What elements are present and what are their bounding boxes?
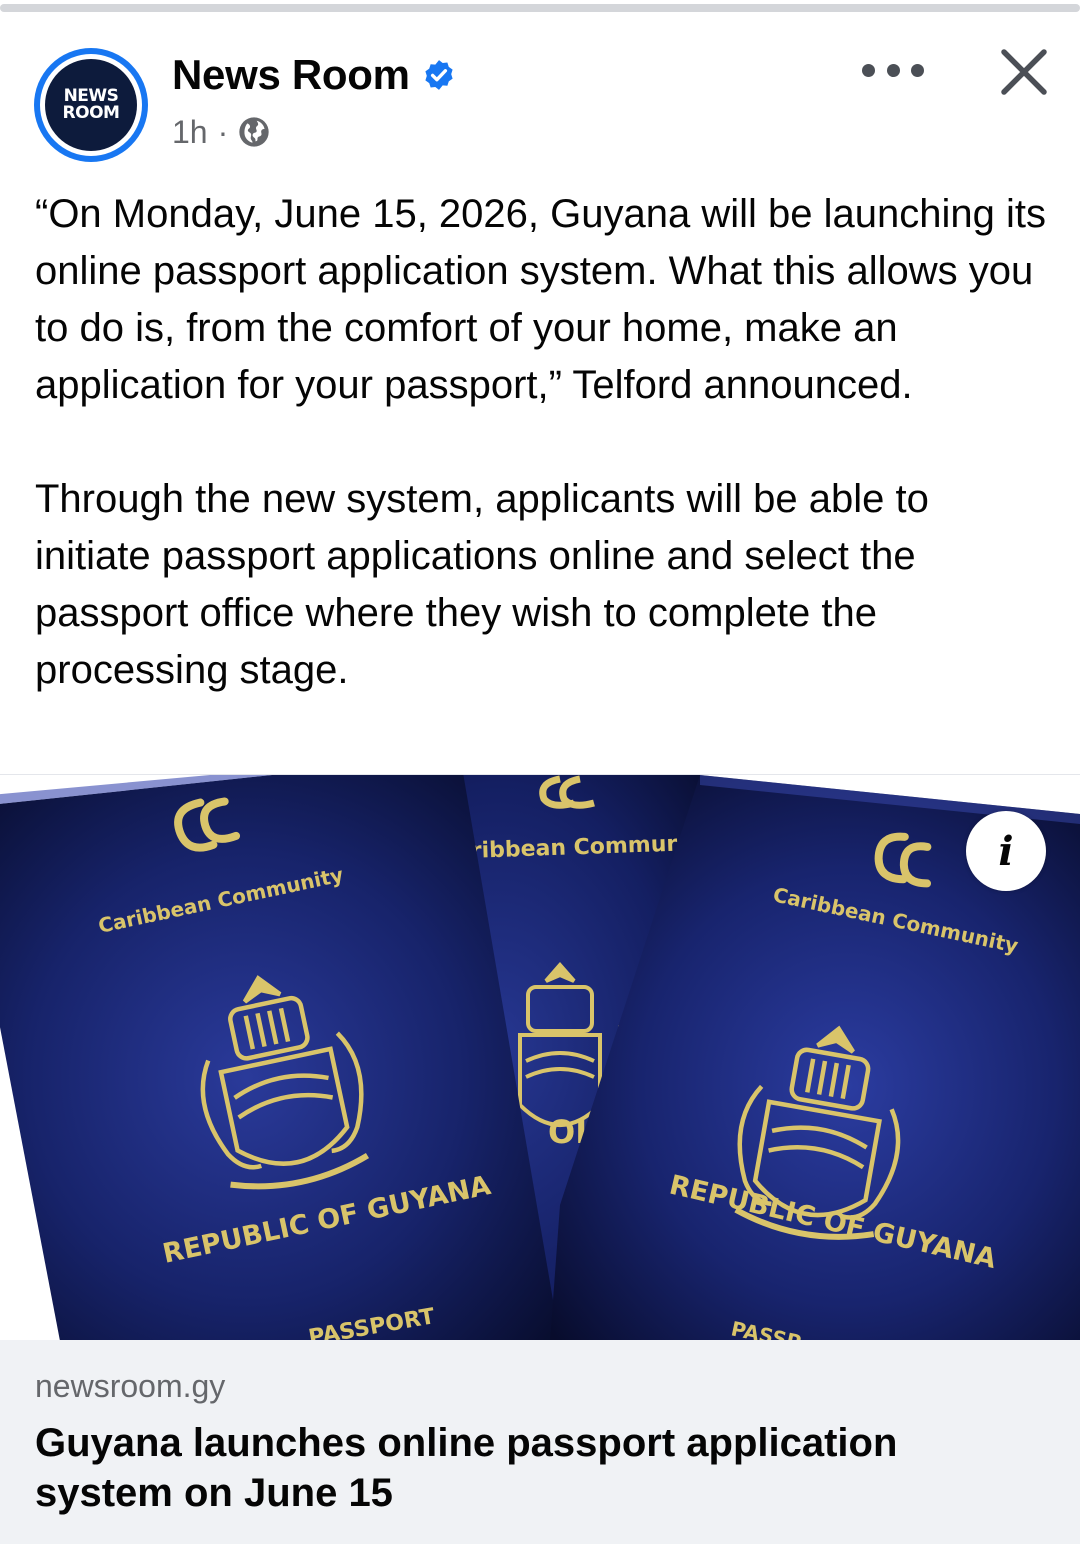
more-options-icon[interactable]	[862, 52, 924, 88]
sheet-divider	[0, 4, 1080, 12]
avatar-logo: NEWS ROOM	[45, 59, 137, 151]
avatar-text-line2: ROOM	[62, 103, 120, 123]
page-name[interactable]: News Room	[172, 51, 410, 99]
passports-photo: Caribbean Commur OI Caribbean Community …	[0, 775, 1080, 1340]
post-paragraph-2: Through the new system, applicants will …	[35, 477, 929, 692]
passport-left: Caribbean Community REPUBLIC OF GUYANA P…	[0, 775, 560, 1340]
link-domain: newsroom.gy	[35, 1368, 226, 1404]
verified-badge-icon	[425, 60, 453, 90]
close-icon[interactable]	[996, 44, 1052, 100]
post-body: “On Monday, June 15, 2026, Guyana will b…	[35, 186, 1055, 699]
post-image[interactable]: Caribbean Commur OI Caribbean Community …	[0, 774, 1080, 1340]
bottom-edge	[0, 1544, 1080, 1555]
post-time[interactable]: 1h	[172, 114, 208, 151]
info-glyph: i	[998, 827, 1014, 875]
avatar[interactable]: NEWS ROOM	[34, 48, 148, 162]
info-icon[interactable]: i	[966, 811, 1046, 891]
page-name-row: News Room	[172, 50, 456, 100]
top-sheet-handle	[0, 0, 1080, 14]
post-header: NEWS ROOM News Room 1h ·	[0, 30, 1080, 170]
meta-separator: ·	[217, 113, 229, 150]
link-preview[interactable]: newsroom.gy Guyana launches online passp…	[0, 1340, 1080, 1544]
post-meta: 1h ·	[172, 112, 270, 152]
globe-icon	[239, 117, 269, 147]
link-title[interactable]: Guyana launches online passport applicat…	[35, 1418, 1045, 1518]
post-paragraph-1: “On Monday, June 15, 2026, Guyana will b…	[35, 192, 1046, 407]
